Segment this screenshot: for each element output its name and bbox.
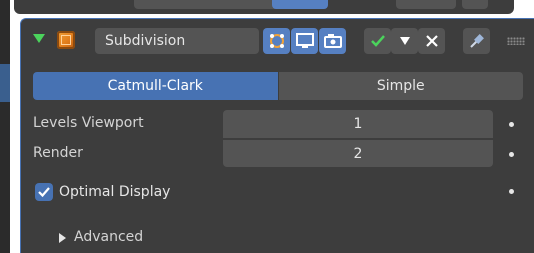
active-properties-tab[interactable]	[0, 64, 10, 102]
edit-mode-button[interactable]	[291, 28, 318, 54]
properties-tab-bar	[0, 0, 10, 253]
optimal-display-label[interactable]: Optimal Display	[59, 183, 170, 201]
subdivision-modifier-icon	[57, 31, 75, 49]
camera-icon	[323, 34, 342, 48]
pin-button[interactable]	[463, 28, 490, 54]
previous-pin-button[interactable]	[462, 0, 488, 9]
animate-property-icon[interactable]	[509, 189, 514, 194]
tab-catmull-clark[interactable]: Catmull-Clark	[33, 72, 278, 100]
extras-dropdown-button[interactable]	[391, 28, 418, 54]
chevron-right-icon[interactable]	[59, 233, 66, 243]
apply-button[interactable]	[364, 28, 391, 54]
close-icon	[425, 35, 438, 47]
edit-mode-icon	[295, 33, 314, 48]
on-cage-icon	[269, 34, 284, 48]
triangle-down-icon	[399, 37, 410, 45]
on-cage-button[interactable]	[263, 28, 290, 54]
modifier-name-field[interactable]: Subdivision	[95, 28, 259, 54]
chevron-down-icon[interactable]	[33, 34, 45, 43]
animate-property-icon[interactable]	[509, 152, 514, 157]
tab-simple[interactable]: Simple	[277, 72, 523, 100]
previous-visibility-buttons[interactable]	[272, 0, 328, 9]
subdivision-modifier-panel: Subdivision Catmull-Clark Simple Levels …	[20, 18, 534, 253]
levels-viewport-field[interactable]: 1	[223, 110, 493, 138]
checkmark-icon	[370, 35, 385, 47]
render-levels-label: Render	[33, 145, 83, 161]
advanced-subpanel-header[interactable]: Advanced	[74, 229, 143, 245]
pin-icon	[469, 34, 484, 48]
animate-property-icon[interactable]	[509, 122, 514, 127]
render-levels-field[interactable]: 2	[223, 139, 493, 167]
subdivision-type-tabs: Catmull-Clark Simple	[33, 72, 523, 100]
levels-viewport-label: Levels Viewport	[33, 115, 144, 131]
remove-modifier-button[interactable]	[418, 28, 445, 54]
render-button[interactable]	[319, 28, 346, 54]
optimal-display-checkbox[interactable]	[35, 183, 53, 201]
previous-modifier-panel	[14, 0, 514, 14]
checkmark-icon	[38, 187, 50, 198]
previous-action-buttons[interactable]	[396, 0, 456, 9]
modifier-header: Subdivision	[21, 19, 534, 65]
drag-grip-icon[interactable]	[507, 37, 525, 45]
previous-name-field[interactable]	[134, 0, 284, 9]
